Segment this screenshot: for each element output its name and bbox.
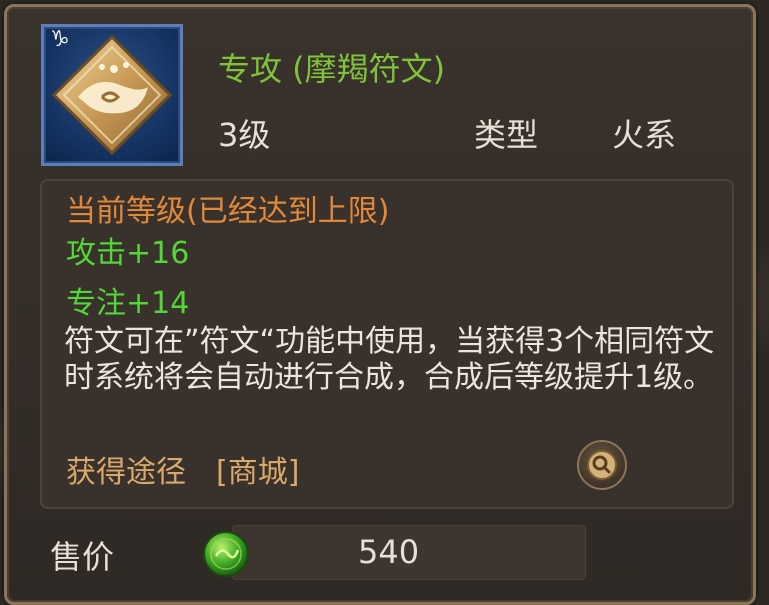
type-value: 火系 <box>612 116 677 154</box>
item-level: 3级 <box>218 116 271 154</box>
search-source-button[interactable] <box>577 440 627 490</box>
source-label: 获得途径 <box>66 455 186 490</box>
price-label: 售价 <box>50 538 115 576</box>
item-icon-frame: ♑ <box>41 24 183 166</box>
current-level-header: 当前等级(已经达到上限) <box>66 194 390 229</box>
item-description: 符文可在”符文“功能中使用，当获得3个相同符文时系统将会自动进行合成，合成后等级… <box>64 324 715 395</box>
magnifier-icon <box>587 450 617 480</box>
source-value-link[interactable]: [商城] <box>216 447 299 491</box>
jade-coin-icon <box>203 531 249 577</box>
item-title: 专攻 (摩羯符文) <box>218 50 446 88</box>
capricorn-sign-icon: ♑ <box>50 27 70 52</box>
price-value: 540 <box>358 533 420 571</box>
attack-stat: 攻击+16 <box>66 236 190 271</box>
type-label: 类型 <box>474 116 539 154</box>
focus-stat: 专注+14 <box>66 286 190 321</box>
